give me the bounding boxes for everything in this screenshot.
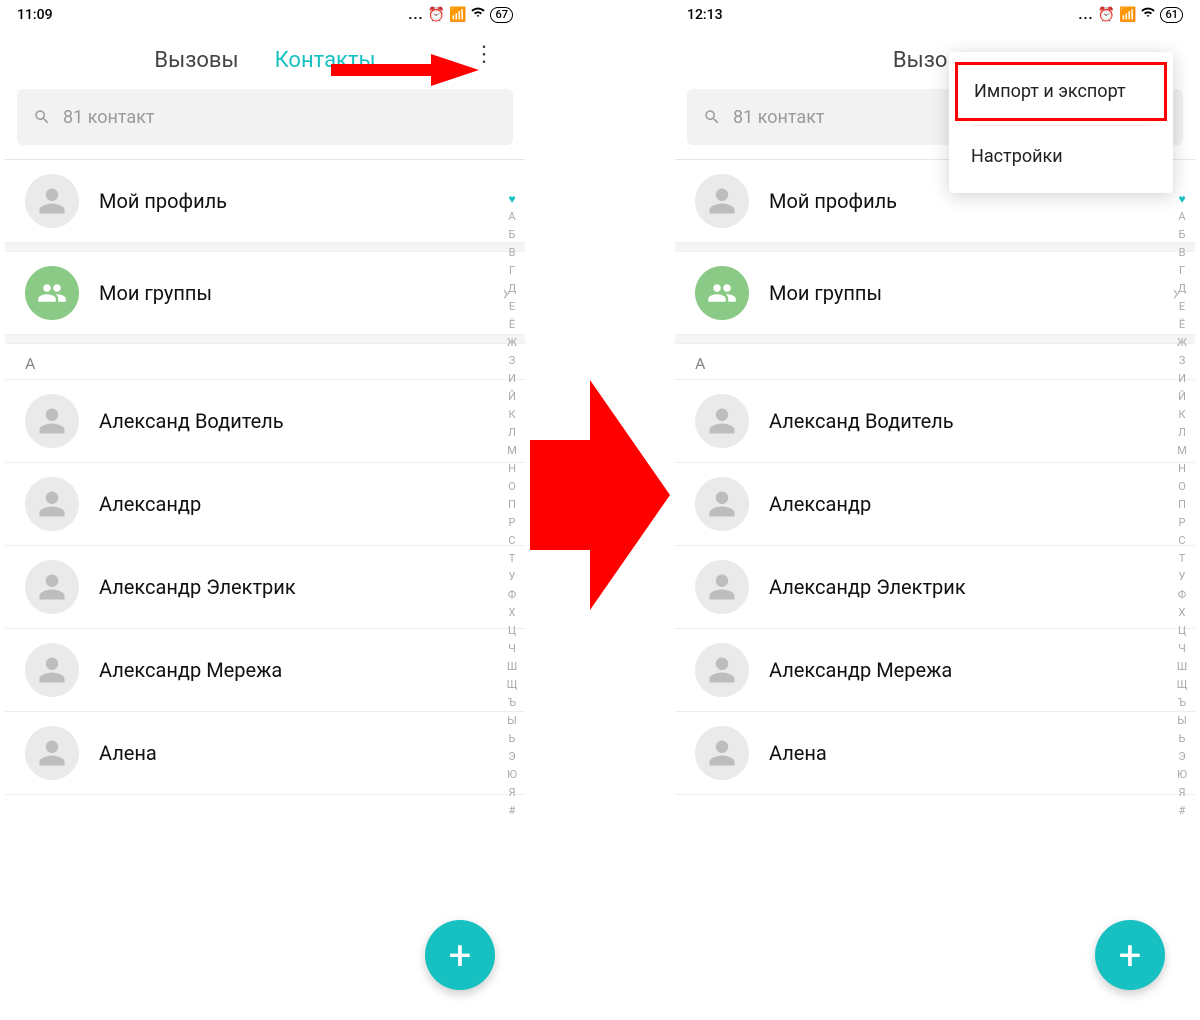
contact-row[interactable]: Александр: [675, 463, 1195, 546]
search-icon: [33, 108, 51, 126]
my-groups-row[interactable]: Мои группы ›: [5, 252, 525, 334]
contact-row[interactable]: Александр: [5, 463, 525, 546]
avatar-placeholder-icon: [695, 560, 749, 614]
alphabet-index[interactable]: ♥ АБВГДЕЁЖЗИЙКЛМНОПРСТУФХЦЧШЩЪЫЬЭЮЯ#: [1173, 190, 1191, 820]
add-contact-fab[interactable]: +: [425, 920, 495, 990]
my-groups-row[interactable]: Мои группы ›: [675, 252, 1195, 334]
contact-name: Александр: [769, 492, 871, 516]
contact-name: Александ Водитель: [99, 409, 284, 433]
plus-icon: +: [449, 932, 472, 979]
avatar-placeholder-icon: [25, 394, 79, 448]
contact-row[interactable]: Алена: [675, 712, 1195, 795]
my-profile-label: Мой профиль: [99, 189, 227, 213]
status-icons: ... ⏰ 📶 67: [408, 5, 513, 25]
search-placeholder: 81 контакт: [63, 107, 155, 128]
overflow-menu-button[interactable]: ⋮: [473, 50, 495, 60]
phone-screen-right: 12:13 ... ⏰ 📶 61 Вызовы Импорт и экспорт…: [675, 0, 1195, 1020]
battery-icon: 61: [1160, 7, 1183, 23]
more-dots-icon: ...: [408, 7, 423, 23]
avatar-placeholder-icon: [25, 174, 79, 228]
contact-row[interactable]: Александ Водитель: [675, 380, 1195, 463]
contact-row[interactable]: Александр Электрик: [675, 546, 1195, 629]
contact-name: Александр Электрик: [769, 575, 966, 599]
status-bar: 12:13 ... ⏰ 📶 61: [675, 0, 1195, 30]
avatar-placeholder-icon: [695, 643, 749, 697]
contact-name: Алена: [99, 741, 157, 765]
group-icon: [25, 266, 79, 320]
search-placeholder: 81 контакт: [733, 107, 825, 128]
my-groups-label: Мои группы: [769, 281, 882, 305]
clock: 12:13: [687, 7, 723, 23]
battery-icon: 67: [490, 7, 513, 23]
alphabet-index[interactable]: ♥ АБВГДЕЁЖЗИЙКЛМНОПРСТУФХЦЧШЩЪЫЬЭЮЯ#: [503, 190, 521, 820]
contacts-list: Мой профиль Мои группы › А Александ Води…: [5, 159, 525, 795]
avatar-placeholder-icon: [695, 394, 749, 448]
avatar-placeholder-icon: [695, 726, 749, 780]
avatar-placeholder-icon: [25, 560, 79, 614]
avatar-placeholder-icon: [25, 726, 79, 780]
my-profile-label: Мой профиль: [769, 189, 897, 213]
section-header-a: А: [5, 344, 525, 380]
heart-icon[interactable]: ♥: [1173, 190, 1191, 208]
menu-settings[interactable]: Настройки: [949, 126, 1173, 187]
my-profile-row[interactable]: Мой профиль: [5, 160, 525, 242]
menu-import-export[interactable]: Импорт и экспорт: [955, 62, 1167, 121]
alarm-icon: ⏰: [1098, 7, 1115, 23]
index-letter-list[interactable]: АБВГДЕЁЖЗИЙКЛМНОПРСТУФХЦЧШЩЪЫЬЭЮЯ#: [503, 208, 521, 820]
contact-row[interactable]: Алена: [5, 712, 525, 795]
avatar-placeholder-icon: [695, 477, 749, 531]
avatar-placeholder-icon: [695, 174, 749, 228]
tab-contacts[interactable]: Контакты: [275, 48, 376, 73]
contact-row[interactable]: Александр Электрик: [5, 546, 525, 629]
status-bar: 11:09 ... ⏰ 📶 67: [5, 0, 525, 30]
avatar-placeholder-icon: [25, 477, 79, 531]
avatar-placeholder-icon: [25, 643, 79, 697]
index-letter-list[interactable]: АБВГДЕЁЖЗИЙКЛМНОПРСТУФХЦЧШЩЪЫЬЭЮЯ#: [1173, 208, 1191, 820]
phone-screen-left: 11:09 ... ⏰ 📶 67 Вызовы Контакты ⋮ 81 ко…: [5, 0, 525, 1020]
top-tabs: Вызовы Контакты ⋮: [5, 30, 525, 87]
wifi-icon: [470, 5, 486, 25]
contact-name: Александр Мережа: [769, 658, 952, 682]
contact-name: Александр Электрик: [99, 575, 296, 599]
signal-icon: 📶: [1119, 7, 1136, 23]
contact-name: Александ Водитель: [769, 409, 954, 433]
my-groups-label: Мои группы: [99, 281, 212, 305]
clock: 11:09: [17, 7, 53, 23]
group-icon: [695, 266, 749, 320]
alarm-icon: ⏰: [428, 7, 445, 23]
heart-icon[interactable]: ♥: [503, 190, 521, 208]
contact-name: Александр Мережа: [99, 658, 282, 682]
tab-calls[interactable]: Вызовы: [154, 48, 238, 73]
contact-name: Александр: [99, 492, 201, 516]
search-bar[interactable]: 81 контакт: [17, 89, 513, 145]
signal-icon: 📶: [449, 7, 466, 23]
plus-icon: +: [1119, 932, 1142, 979]
contact-row[interactable]: Александр Мережа: [675, 629, 1195, 712]
more-dots-icon: ...: [1078, 7, 1093, 23]
section-header-a: А: [675, 344, 1195, 380]
status-icons: ... ⏰ 📶 61: [1078, 5, 1183, 25]
contact-name: Алена: [769, 741, 827, 765]
search-icon: [703, 108, 721, 126]
contact-row[interactable]: Александ Водитель: [5, 380, 525, 463]
overflow-menu-popup: Импорт и экспорт Настройки: [949, 52, 1173, 193]
contact-row[interactable]: Александр Мережа: [5, 629, 525, 712]
add-contact-fab[interactable]: +: [1095, 920, 1165, 990]
contacts-list: Мой профиль Мои группы › А Александ Води…: [675, 159, 1195, 795]
wifi-icon: [1140, 5, 1156, 25]
